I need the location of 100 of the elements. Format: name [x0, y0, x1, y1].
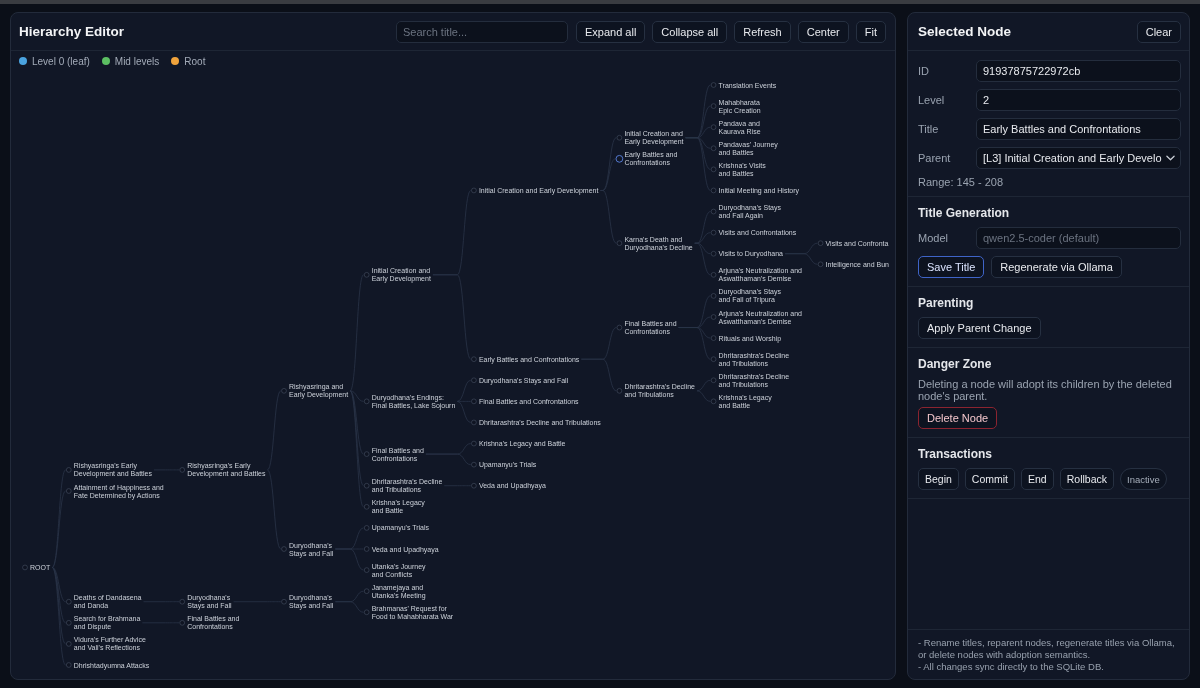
action-button[interactable]: Regenerate via Ollama [991, 256, 1122, 278]
node-dot-icon[interactable] [710, 398, 717, 405]
node-dot-icon[interactable] [179, 599, 185, 605]
save-button[interactable]: Save Title [918, 256, 985, 278]
legend-label: Level 0 (leaf) [32, 55, 90, 67]
node-dot-icon[interactable] [710, 124, 717, 130]
node-dot-icon[interactable] [179, 467, 185, 473]
node-dot-icon[interactable] [710, 377, 717, 383]
node-dot-icon[interactable] [364, 272, 370, 278]
node-dot-icon[interactable] [710, 293, 717, 299]
search-field[interactable]: Search title... [395, 20, 568, 43]
transaction-button[interactable]: Begin [918, 468, 959, 490]
node-dot-icon[interactable] [364, 504, 370, 510]
section-heading: Parenting [918, 296, 975, 310]
node-dot-icon[interactable] [22, 564, 28, 571]
tree-edge [696, 379, 711, 392]
chevron-down-icon [1166, 155, 1175, 161]
panel-title: Selected Node [918, 24, 1012, 39]
node-dot-icon[interactable] [281, 546, 287, 552]
panel-title: Hierarchy Editor [19, 24, 125, 39]
node-dot-icon[interactable] [364, 588, 370, 594]
node-dot-icon[interactable] [471, 419, 477, 426]
node-dot-icon[interactable] [710, 82, 717, 88]
node-dot-icon[interactable] [471, 461, 477, 468]
warning-text: Deleting a node will adopt its children by the deleted node's parent. [918, 378, 1173, 402]
node-dot-icon[interactable] [471, 187, 477, 194]
transaction-button[interactable]: Commit [964, 468, 1016, 490]
delete-button[interactable]: Delete Node [918, 407, 998, 429]
legend-label: Root [184, 55, 206, 67]
node-dot-icon[interactable] [179, 620, 185, 626]
node-dot-icon[interactable] [66, 641, 72, 647]
tree-edge [696, 390, 711, 402]
node-dot-icon[interactable] [817, 261, 824, 267]
node-dot-icon[interactable] [710, 187, 717, 194]
transaction-button[interactable]: End [1021, 468, 1054, 490]
footer-note: - Rename titles, reparent nodes, regenerate titles via Ollama, or delete nodes with adoption semantics. [918, 637, 1176, 661]
node-dot-icon[interactable] [364, 525, 370, 531]
node-dot-icon[interactable] [710, 356, 717, 362]
node-dot-icon[interactable] [616, 388, 623, 394]
field-label: Parent [918, 152, 952, 164]
tree-edge [334, 601, 364, 613]
node-dot-icon[interactable] [66, 467, 72, 473]
node-dot-icon[interactable] [364, 609, 370, 615]
node-dot-icon[interactable] [710, 251, 717, 257]
node-dot-icon[interactable] [66, 488, 72, 494]
node-dot-icon[interactable] [364, 567, 370, 573]
toolbar-button[interactable]: Collapse all [652, 20, 728, 43]
node-dot-icon[interactable] [710, 229, 717, 236]
tree-edge [425, 453, 472, 466]
node-dot-icon[interactable] [710, 314, 717, 320]
node-dot-icon[interactable] [817, 240, 824, 246]
node-dot-icon[interactable] [471, 377, 477, 383]
legend-label: Mid levels [114, 55, 160, 67]
parent-dropdown[interactable]: [L3] Initial Creation and Early Develo [976, 147, 1181, 169]
node-dot-icon[interactable] [710, 208, 717, 215]
text-field[interactable]: 91937875722972cb [976, 60, 1181, 82]
node-dot-icon[interactable] [364, 451, 370, 457]
text-field[interactable]: 2 [976, 89, 1181, 111]
clear-button[interactable]: Clear [1136, 20, 1181, 43]
node-dot-icon[interactable] [471, 356, 477, 362]
node-ring-icon[interactable] [615, 154, 624, 163]
node-dot-icon[interactable] [471, 483, 477, 489]
range-text: Range: 145 - 208 [918, 176, 1004, 188]
node-dot-icon[interactable] [66, 620, 72, 626]
node-dot-icon[interactable] [364, 483, 370, 489]
node-dot-icon[interactable] [66, 599, 72, 605]
node-dot-icon[interactable] [66, 662, 72, 668]
model-field[interactable]: qwen2.5-coder (default) [976, 227, 1181, 249]
node-dot-icon[interactable] [710, 272, 717, 278]
text-field[interactable]: Early Battles and Confrontations [976, 118, 1181, 140]
node-dot-icon[interactable] [616, 324, 623, 331]
status-badge: Inactive [1120, 468, 1167, 490]
toolbar-button[interactable]: Refresh [734, 20, 791, 43]
node-dot-icon[interactable] [710, 145, 717, 151]
apply-button[interactable]: Apply Parent Change [918, 317, 1041, 339]
section-heading: Transactions [918, 447, 994, 461]
tree-edge [580, 358, 617, 392]
node-dot-icon[interactable] [710, 335, 717, 341]
toolbar-button[interactable]: Center [797, 20, 849, 43]
node-dot-icon[interactable] [281, 599, 287, 605]
node-dot-icon[interactable] [281, 388, 287, 394]
tree-edge [784, 253, 818, 265]
toolbar-button[interactable]: Expand all [575, 20, 646, 43]
field-label: ID [918, 65, 930, 77]
section-heading: Danger Zone [918, 357, 993, 371]
field-label: Model [918, 232, 949, 244]
node-dot-icon[interactable] [364, 398, 370, 405]
field-label: Title [918, 123, 940, 135]
node-dot-icon[interactable] [616, 240, 623, 246]
transaction-button[interactable]: Rollback [1059, 468, 1114, 490]
section-heading: Title Generation [918, 206, 1011, 220]
node-dot-icon[interactable] [616, 135, 623, 141]
node-dot-icon[interactable] [364, 546, 370, 552]
toolbar-button[interactable]: Fit [855, 20, 886, 43]
node-dot-icon[interactable] [710, 166, 717, 173]
node-dot-icon[interactable] [471, 398, 477, 405]
node-dot-icon[interactable] [710, 103, 717, 109]
node-dot-icon[interactable] [471, 440, 477, 447]
field-label: Level [918, 94, 946, 106]
footer-note: - All changes sync directly to the SQLite DB. [918, 661, 1105, 673]
